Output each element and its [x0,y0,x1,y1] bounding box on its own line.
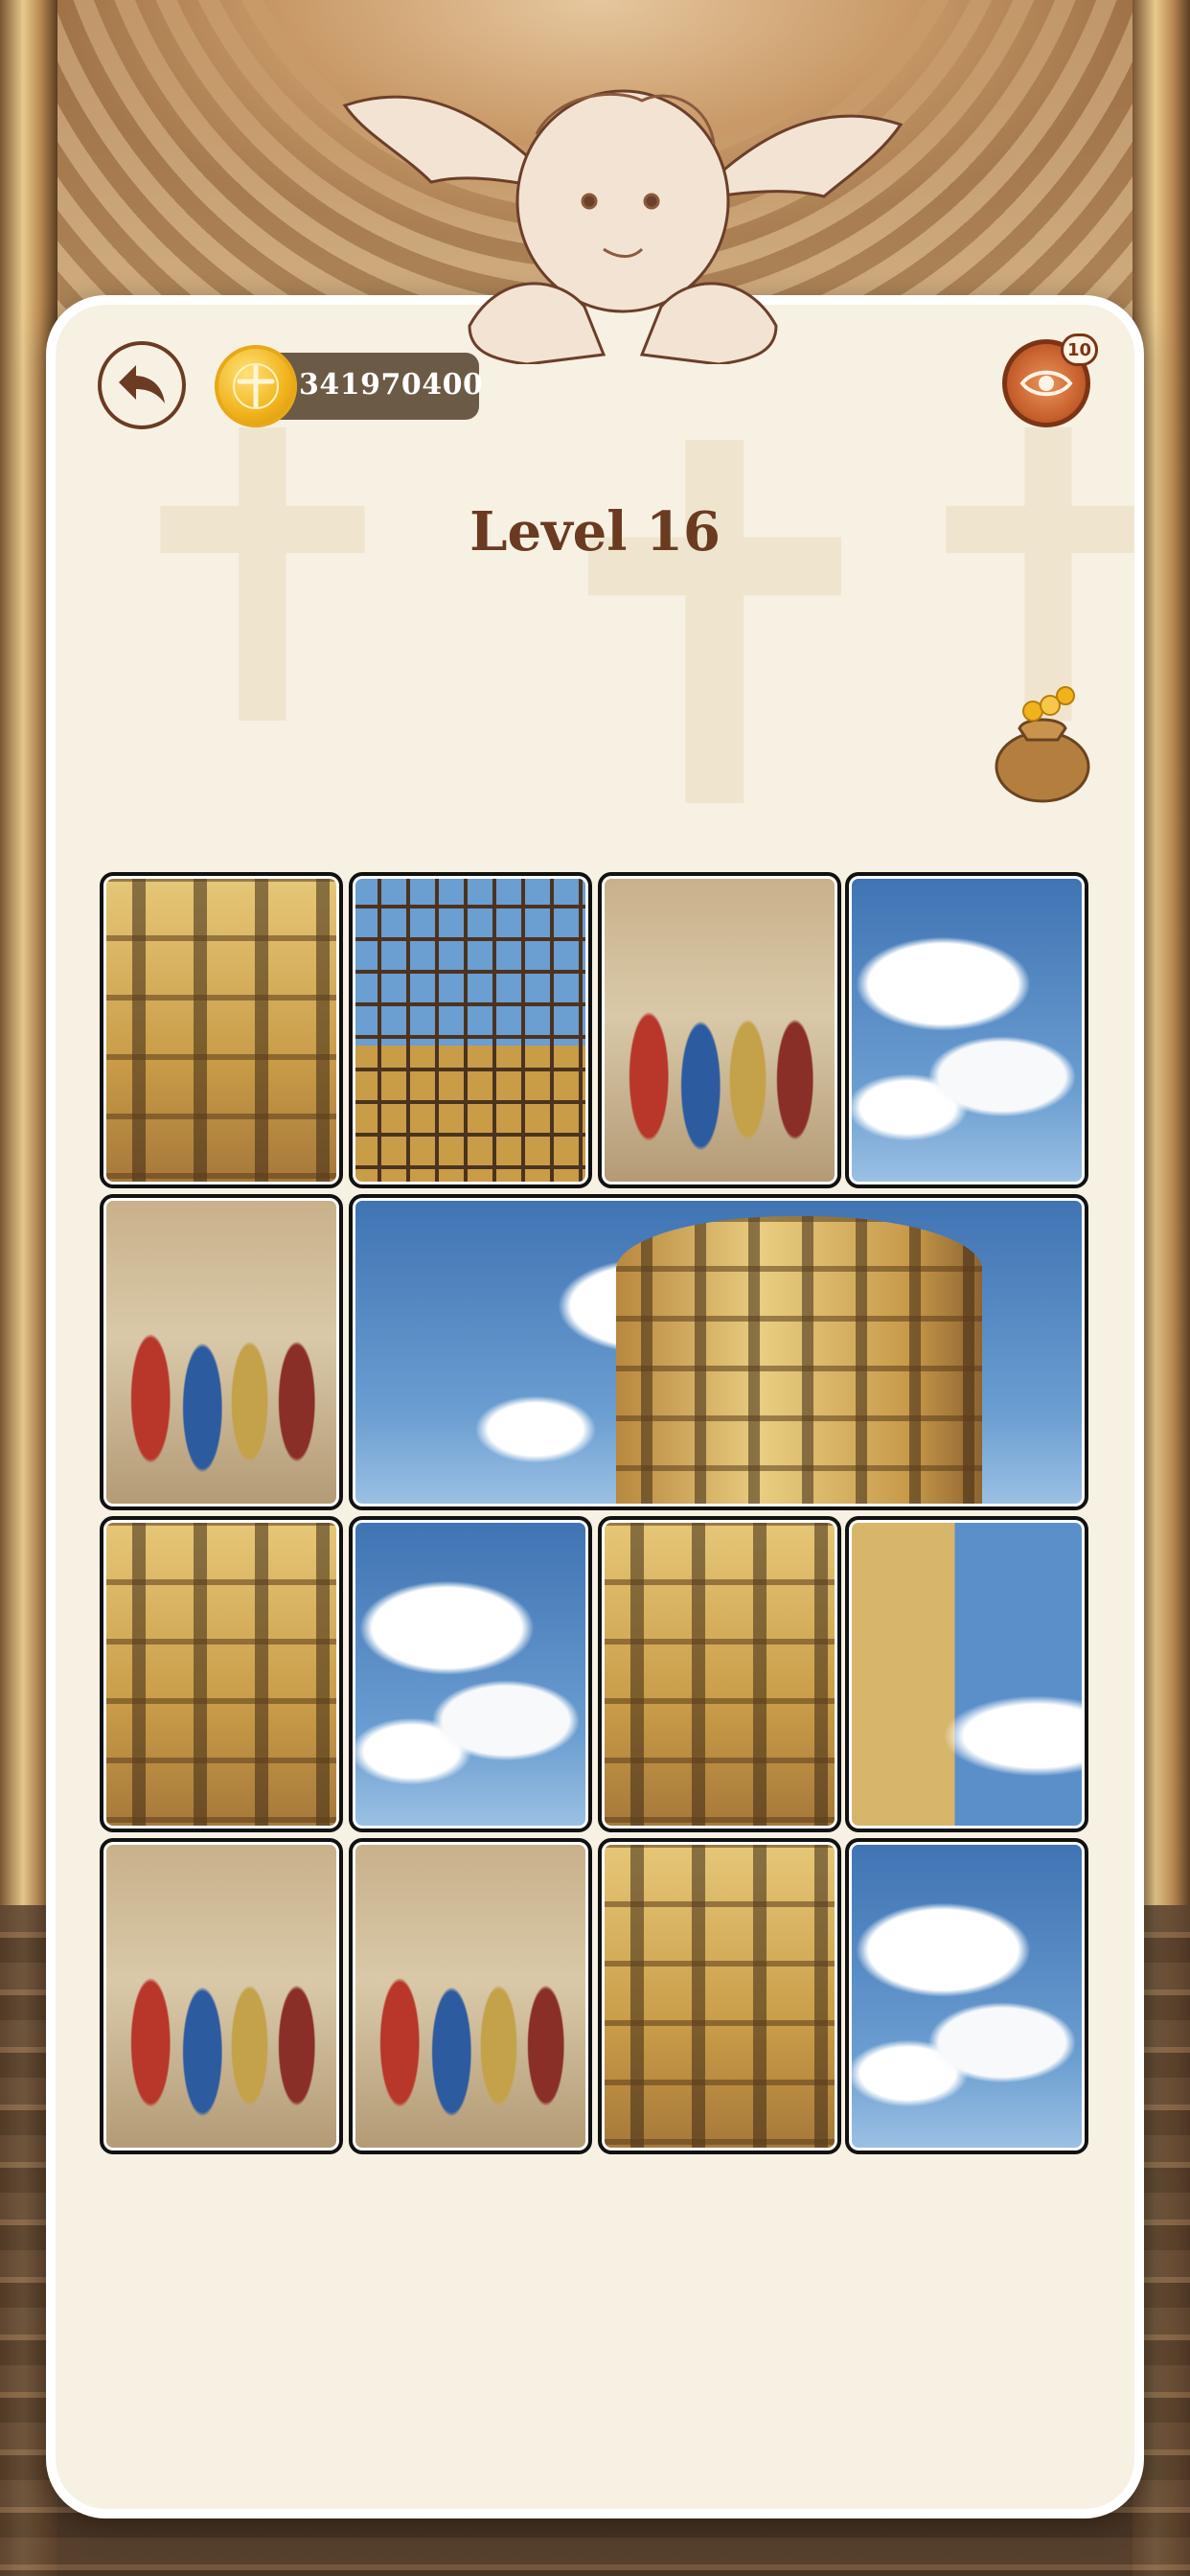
puzzle-tile-r4c3[interactable] [598,1838,841,2154]
cross-watermark: ✝ [506,340,924,921]
eye-icon [1019,370,1073,397]
puzzle-grid [100,872,1088,2158]
puzzle-tile-r4c1[interactable] [100,1838,343,2154]
coin-bag-icon[interactable] [989,682,1096,803]
cherub-illustration [342,89,904,364]
puzzle-tile-r1c2[interactable] [349,872,592,1188]
puzzle-tile-r1c4[interactable] [845,872,1088,1188]
puzzle-tile-r1c3[interactable] [598,872,841,1188]
hint-count-badge: 10 [1061,334,1099,366]
back-button[interactable] [98,341,186,429]
coin-balance: 341970400 [299,368,484,402]
puzzle-tile-r2c1[interactable] [100,1194,343,1510]
puzzle-tile-r3c4[interactable] [845,1516,1088,1832]
puzzle-tile-r4c4[interactable] [845,1838,1088,2154]
puzzle-tile-r3c2[interactable] [349,1516,592,1832]
puzzle-tile-r3c1[interactable] [100,1516,343,1832]
coin-icon [215,345,297,427]
level-title: Level 16 [469,500,721,564]
puzzle-tile-r1c1[interactable] [100,872,343,1188]
back-arrow-icon [119,365,165,403]
puzzle-tile-merged-r2[interactable] [349,1194,1088,1510]
puzzle-tile-r4c2[interactable] [349,1838,592,2154]
puzzle-tile-r3c3[interactable] [598,1516,841,1832]
cross-watermark-left: ✝ [94,348,431,816]
